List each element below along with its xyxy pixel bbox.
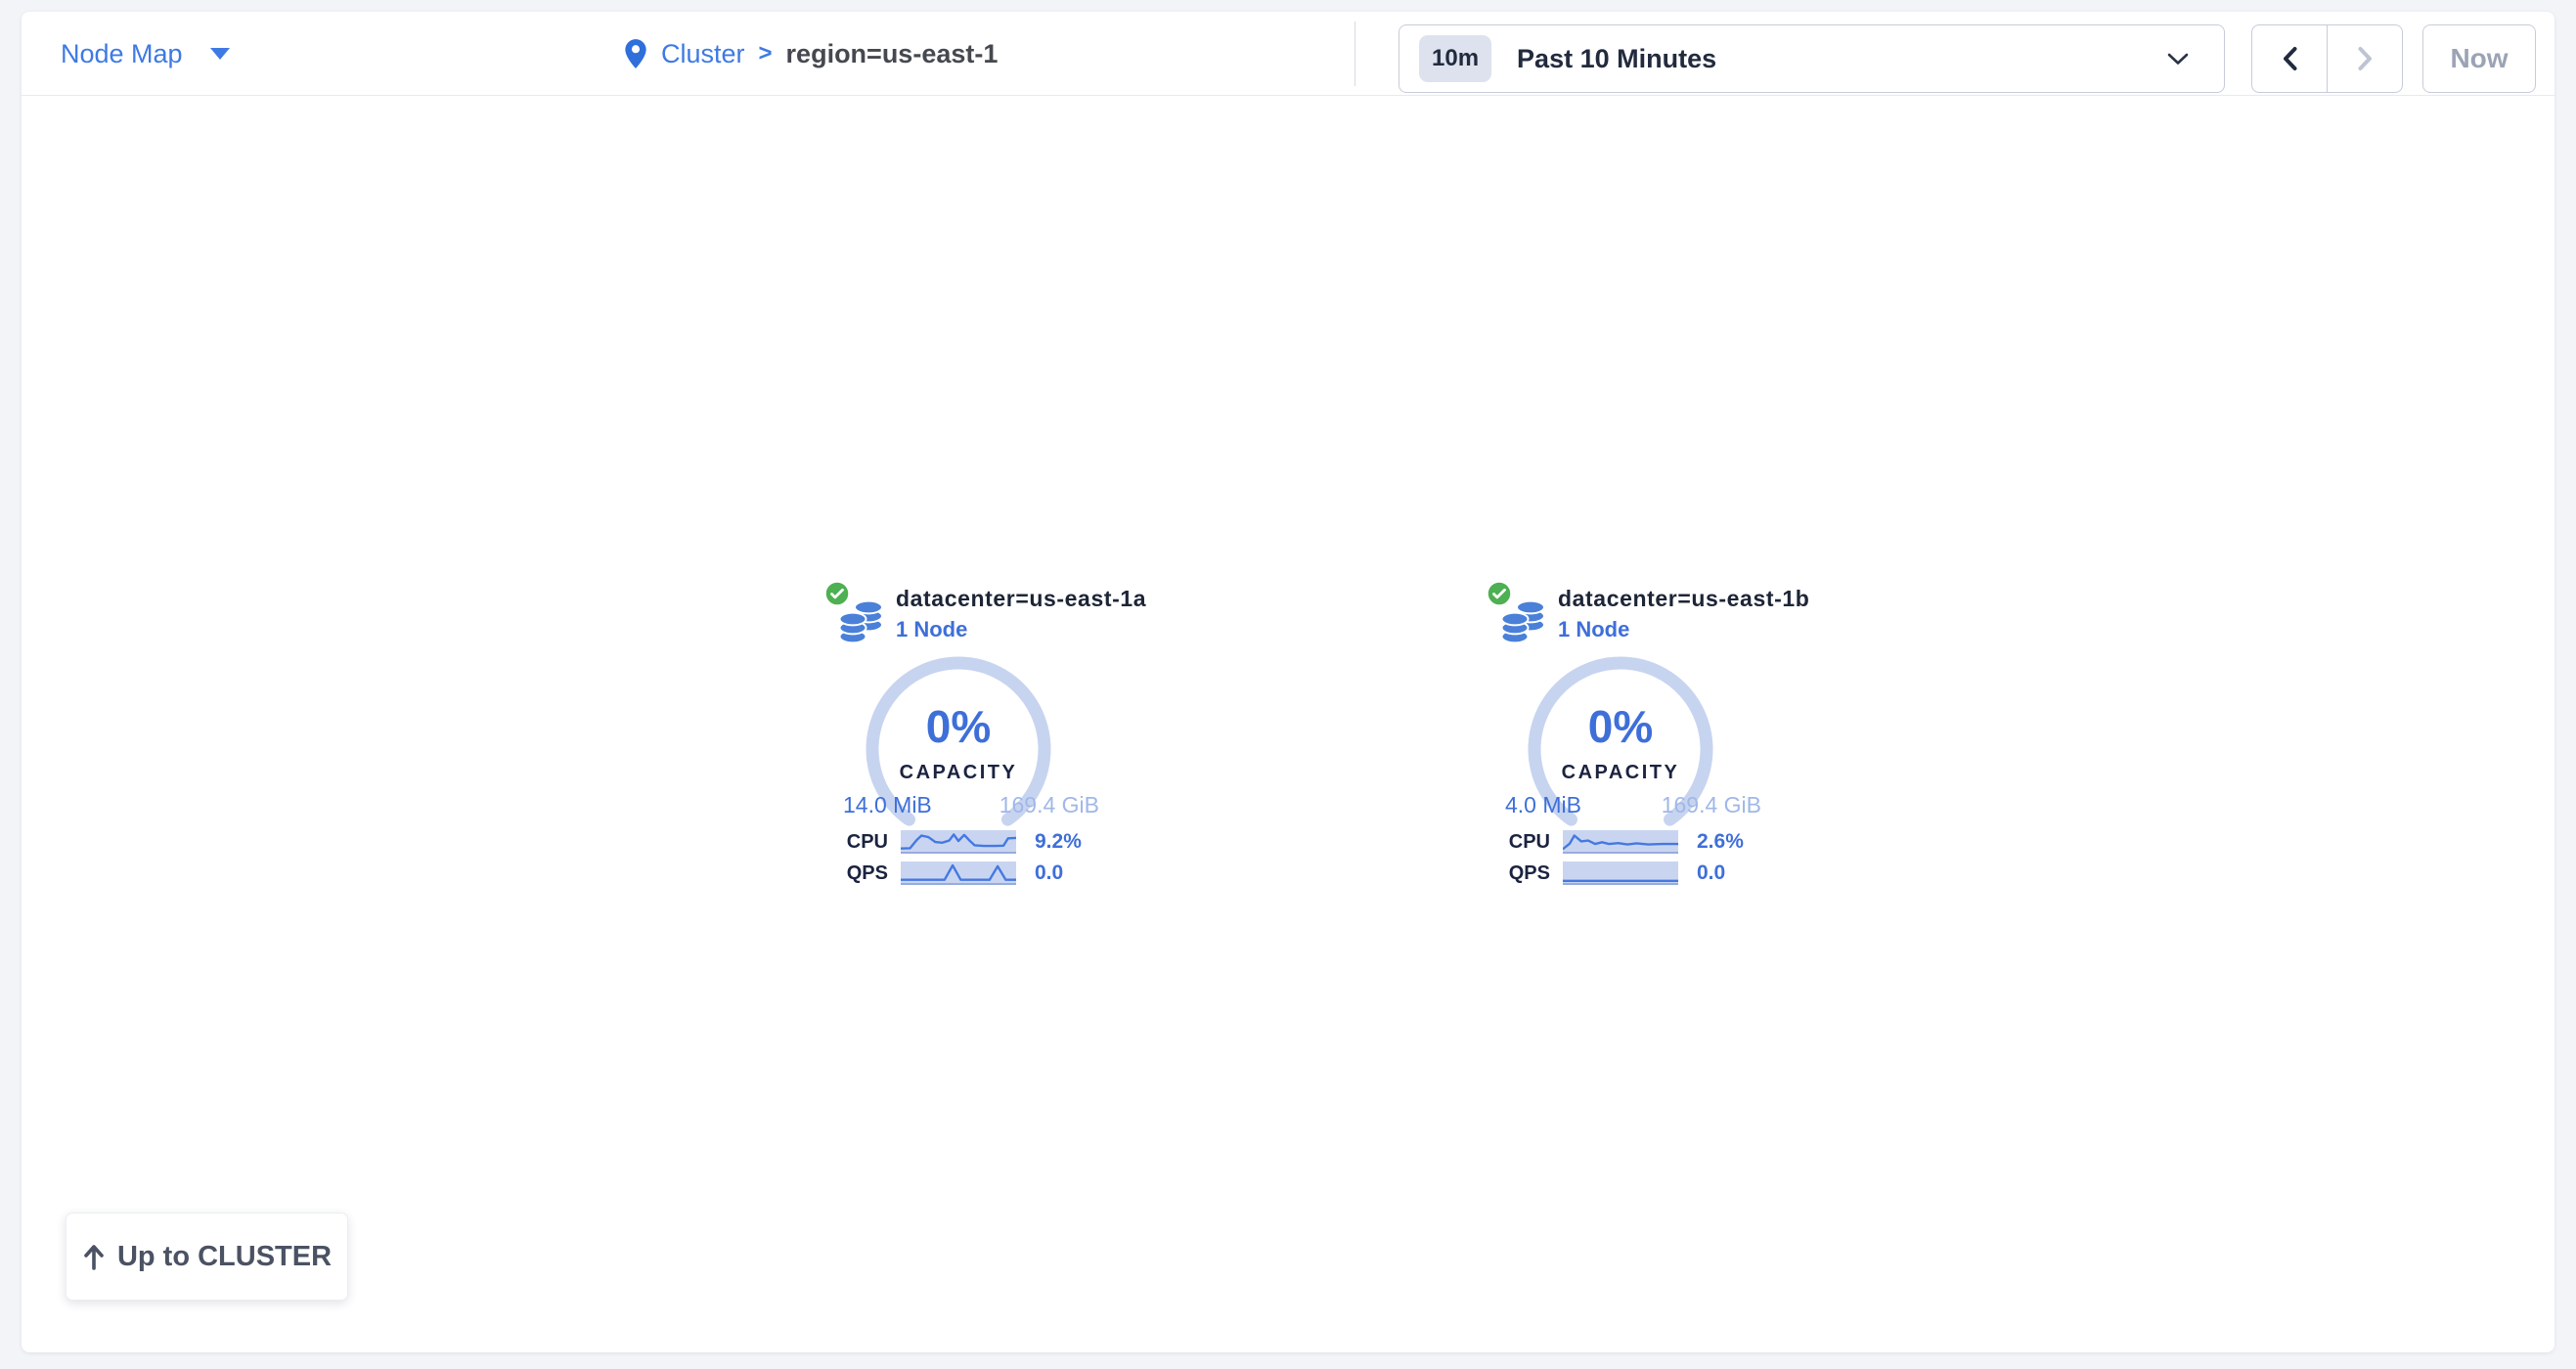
up-to-cluster-label: Up to CLUSTER	[117, 1241, 332, 1273]
node-map-panel: Node Map Cluster > region=us-east-1 10m …	[22, 12, 2554, 1352]
capacity-percent: 0%	[861, 700, 1056, 753]
cpu-value: 9.2%	[1035, 830, 1082, 854]
capacity-total: 169.4 GiB	[999, 792, 1099, 818]
breadcrumb: Cluster > region=us-east-1	[624, 12, 998, 96]
qps-value: 0.0	[1035, 861, 1063, 885]
view-selector-label: Node Map	[61, 39, 183, 69]
capacity-used: 14.0 MiB	[843, 792, 932, 818]
qps-label: QPS	[1484, 862, 1550, 885]
qps-label: QPS	[822, 862, 888, 885]
capacity-percent: 0%	[1523, 700, 1718, 753]
cpu-metric-row: CPU 9.2%	[822, 829, 1082, 855]
time-range-dropdown[interactable]: 10m Past 10 Minutes	[1399, 24, 2225, 93]
breadcrumb-cluster-link[interactable]: Cluster	[661, 39, 745, 69]
now-button[interactable]: Now	[2422, 24, 2536, 93]
qps-sparkline	[1563, 861, 1678, 885]
locality-card-us-east-1a[interactable]: datacenter=us-east-1a 1 Node 0% CAPACITY…	[822, 581, 1174, 964]
time-nav-arrows	[2251, 24, 2403, 93]
capacity-values: 4.0 MiB 169.4 GiB	[1505, 792, 1761, 818]
qps-metric-row: QPS 0.0	[1484, 861, 1744, 886]
capacity-values: 14.0 MiB 169.4 GiB	[843, 792, 1099, 818]
capacity-label: CAPACITY	[1523, 762, 1718, 784]
cpu-value: 2.6%	[1697, 830, 1744, 854]
locality-node-count: 1 Node	[896, 617, 967, 642]
qps-sparkline	[901, 861, 1016, 885]
cpu-metric-row: CPU 2.6%	[1484, 829, 1744, 855]
arrow-up-icon	[82, 1243, 106, 1270]
chevron-right-icon	[2357, 46, 2374, 71]
capacity-label: CAPACITY	[861, 762, 1056, 784]
metric-rows: CPU 2.6% QPS 0.0	[1484, 829, 1744, 892]
time-next-button[interactable]	[2328, 25, 2402, 92]
breadcrumb-separator: >	[759, 40, 773, 67]
cpu-sparkline	[901, 830, 1016, 854]
locality-title: datacenter=us-east-1a	[896, 586, 1146, 612]
locality-card-us-east-1b[interactable]: datacenter=us-east-1b 1 Node 0% CAPACITY…	[1484, 581, 1836, 964]
time-range-label: Past 10 Minutes	[1517, 44, 1716, 74]
locality-node-count: 1 Node	[1558, 617, 1629, 642]
cpu-sparkline	[1563, 830, 1678, 854]
cpu-label: CPU	[1484, 831, 1550, 854]
locality-title: datacenter=us-east-1b	[1558, 586, 1809, 612]
qps-value: 0.0	[1697, 861, 1725, 885]
time-prev-button[interactable]	[2252, 25, 2327, 92]
location-pin-icon	[624, 38, 647, 69]
cpu-label: CPU	[822, 831, 888, 854]
up-to-cluster-button[interactable]: Up to CLUSTER	[66, 1213, 348, 1301]
header-bar: Node Map Cluster > region=us-east-1 10m …	[22, 12, 2554, 96]
capacity-total: 169.4 GiB	[1662, 792, 1761, 818]
database-stack-icon	[839, 596, 884, 644]
time-range-badge: 10m	[1419, 35, 1491, 82]
chevron-left-icon	[2282, 46, 2298, 71]
metric-rows: CPU 9.2% QPS 0.0	[822, 829, 1082, 892]
qps-metric-row: QPS 0.0	[822, 861, 1082, 886]
chevron-down-icon	[2167, 53, 2189, 66]
view-selector-dropdown[interactable]: Node Map	[61, 12, 230, 96]
database-stack-icon	[1501, 596, 1546, 644]
caret-down-icon	[210, 48, 230, 60]
capacity-used: 4.0 MiB	[1505, 792, 1581, 818]
breadcrumb-current: region=us-east-1	[786, 39, 999, 69]
